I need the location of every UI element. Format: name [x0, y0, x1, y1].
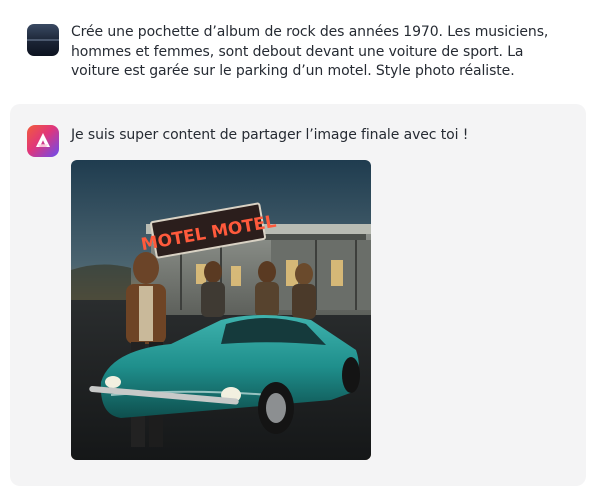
assistant-message: Je suis super content de partager l’imag… [10, 104, 586, 486]
assistant-logo-icon [36, 133, 50, 147]
user-message-text: Crée une pochette d’album de rock des an… [71, 24, 549, 80]
generated-album-cover-image[interactable]: MOTEL MOTEL [71, 160, 371, 460]
assistant-message-text: Je suis super content de partager l’imag… [71, 127, 469, 143]
user-message: Crée une pochette d’album de rock des an… [0, 0, 595, 96]
assistant-avatar [27, 125, 59, 157]
user-avatar [27, 24, 59, 56]
